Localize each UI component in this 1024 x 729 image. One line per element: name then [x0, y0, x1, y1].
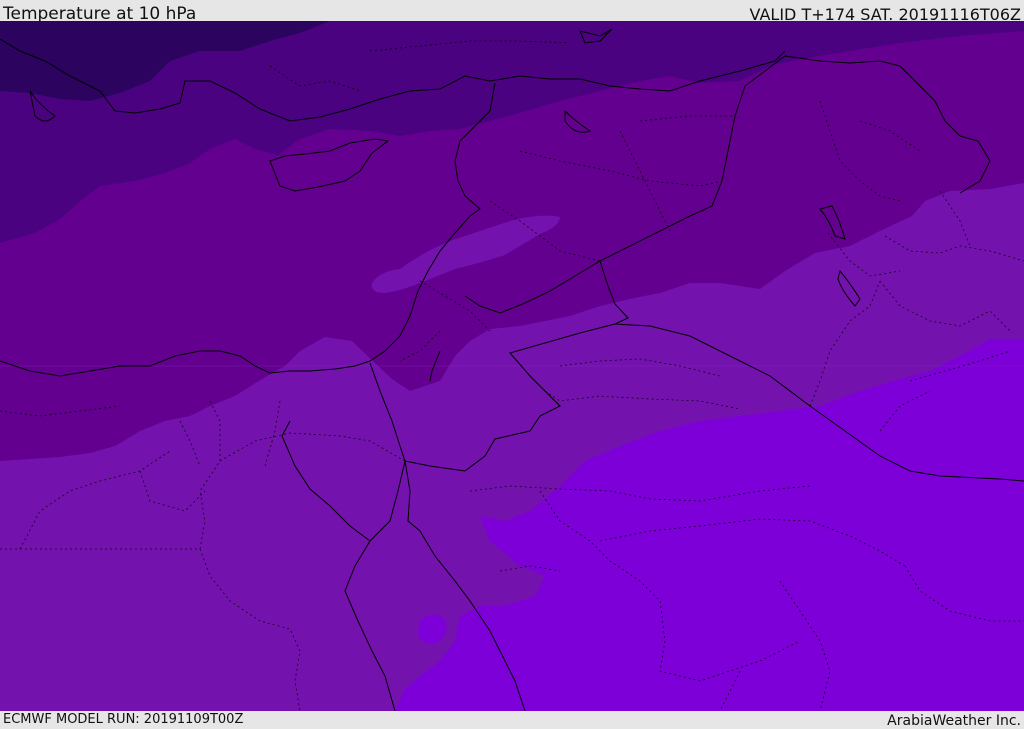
map-canvas	[0, 21, 1024, 711]
header-bar: Temperature at 10 hPa VALID T+174 SAT. 2…	[0, 0, 1024, 24]
footer-bar: ECMWF MODEL RUN: 20191109T00Z ArabiaWeat…	[0, 711, 1024, 729]
model-run-label: ECMWF MODEL RUN: 20191109T00Z	[3, 712, 244, 727]
temperature-map	[0, 21, 1024, 711]
credit-label: ArabiaWeather Inc.	[887, 713, 1021, 729]
